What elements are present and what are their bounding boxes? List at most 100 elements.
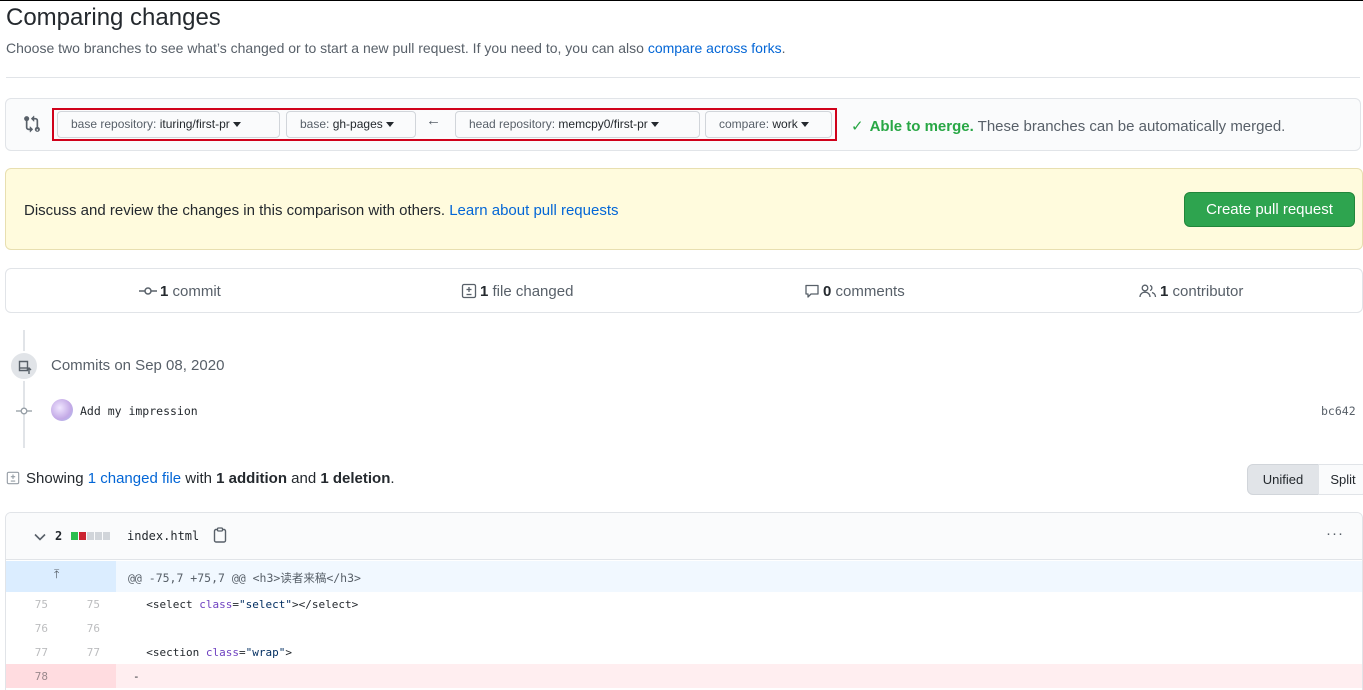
compare-branch-label: compare: xyxy=(719,117,770,131)
old-line-number[interactable]: 77 xyxy=(18,646,48,659)
commits-tab[interactable]: 1 commit xyxy=(139,283,221,300)
merge-status: ✓ Able to merge. These branches can be au… xyxy=(851,117,1285,135)
base-repository-select[interactable]: base repository: ituring/first-pr xyxy=(57,111,280,138)
git-compare-icon xyxy=(24,115,40,133)
caret-down-icon xyxy=(650,122,659,127)
new-line-number[interactable]: 77 xyxy=(70,646,100,659)
comments-label: comments xyxy=(835,283,905,300)
expand-up-icon: ⤒ xyxy=(54,567,60,581)
more-options-icon[interactable]: ··· xyxy=(1326,525,1344,542)
code-eq: = xyxy=(232,598,239,611)
caret-down-icon xyxy=(800,122,809,127)
commits-date-heading: Commits on Sep 08, 2020 xyxy=(51,357,225,374)
code-text: ></select> xyxy=(291,598,359,611)
code-text: <section xyxy=(133,646,206,659)
subtitle-text: Choose two branches to see what’s change… xyxy=(6,40,644,56)
file-name-link[interactable]: index.html xyxy=(127,529,199,543)
code-text: > xyxy=(285,646,292,659)
summary-prefix: Showing xyxy=(26,470,84,487)
file-header: 2 index.html ··· xyxy=(6,513,1362,560)
summary-end: . xyxy=(390,470,395,487)
file-diff-icon xyxy=(461,283,477,299)
code-text: <select xyxy=(133,598,200,611)
timeline-line xyxy=(23,330,25,352)
top-border xyxy=(0,0,1363,1)
diffstat-block-neutral xyxy=(103,532,110,540)
old-line-number[interactable]: 75 xyxy=(18,598,48,611)
unified-view-button[interactable]: Unified xyxy=(1247,464,1319,495)
arrow-left-icon: ← xyxy=(426,112,441,129)
compare-branch-value: work xyxy=(772,117,798,131)
flash-text: Discuss and review the changes in this c… xyxy=(24,202,446,219)
subtitle-end: . xyxy=(781,40,786,56)
clipboard-icon[interactable] xyxy=(213,527,227,543)
flash-message: Discuss and review the changes in this c… xyxy=(24,202,619,219)
people-icon xyxy=(1139,284,1157,298)
caret-down-icon xyxy=(385,122,394,127)
diffstat-count: 2 xyxy=(55,529,63,543)
file-diff: 2 index.html ··· ⤒ @@ -75,7 +75,7 @@ <h3… xyxy=(5,512,1363,690)
comments-tab[interactable]: 0 comments xyxy=(804,283,905,300)
code-string: "select" xyxy=(238,598,292,611)
diffstat-block-neutral xyxy=(95,532,102,540)
author-avatar[interactable] xyxy=(51,399,73,421)
files-count: 1 xyxy=(480,283,489,300)
git-commit-icon xyxy=(16,407,32,415)
compare-across-forks-link[interactable]: compare across forks xyxy=(648,40,782,56)
new-line-number[interactable]: 75 xyxy=(70,598,100,611)
diff-line-deletion: 78 - xyxy=(6,664,1362,688)
git-commit-icon xyxy=(139,287,157,295)
commits-label: commit xyxy=(172,283,221,300)
page-title: Comparing changes xyxy=(6,4,221,31)
compare-branch-select[interactable]: compare: work xyxy=(705,111,832,138)
hunk-header-text: @@ -75,7 +75,7 @@ <h3>读者来稿</h3> xyxy=(128,571,361,585)
contributors-count: 1 xyxy=(1160,283,1169,300)
diffstat-block-del xyxy=(79,532,86,540)
check-icon: ✓ xyxy=(851,118,864,135)
base-branch-select[interactable]: base: gh-pages xyxy=(286,111,416,138)
old-line-number[interactable]: 78 xyxy=(18,670,48,683)
old-line-number[interactable]: 76 xyxy=(18,622,48,635)
commit-message-link[interactable]: Add my impression xyxy=(80,404,198,418)
code-attr: class xyxy=(199,598,233,611)
code-string: "wrap" xyxy=(245,646,286,659)
file-diff-icon xyxy=(6,471,20,485)
comments-count: 0 xyxy=(823,283,832,300)
diff-summary: Showing 1 changed file with 1 addition a… xyxy=(6,470,395,487)
commit-sha-link[interactable]: bc642 xyxy=(1321,404,1356,418)
learn-about-pull-requests-link[interactable]: Learn about pull requests xyxy=(449,202,618,219)
contributors-label: contributor xyxy=(1172,283,1244,300)
new-line-number[interactable]: 76 xyxy=(70,622,100,635)
diffstat-block-add xyxy=(71,532,78,540)
files-changed-tab[interactable]: 1 file changed xyxy=(461,283,573,300)
head-repository-select[interactable]: head repository: memcpy0/first-pr xyxy=(455,111,700,138)
diff-line: 75 75 <select class="select"></select> xyxy=(6,592,1362,616)
chevron-down-icon[interactable] xyxy=(34,533,46,541)
page-subtitle: Choose two branches to see what’s change… xyxy=(6,40,786,56)
merge-status-message: These branches can be automatically merg… xyxy=(977,118,1286,135)
expand-up-button[interactable]: ⤒ xyxy=(6,561,116,592)
code-eq: = xyxy=(238,646,246,659)
create-pull-request-button[interactable]: Create pull request xyxy=(1184,192,1355,227)
merge-status-label: Able to merge. xyxy=(869,118,974,135)
files-label: file changed xyxy=(492,283,574,300)
split-view-button[interactable]: Split xyxy=(1318,464,1363,495)
head-repository-label: head repository: xyxy=(469,117,556,131)
comment-icon xyxy=(805,284,819,298)
deletions-count: 1 deletion xyxy=(320,470,391,487)
diff-line: 77 77 <section class="wrap"> xyxy=(6,640,1362,664)
diff-line: 76 76 xyxy=(6,616,1362,640)
repo-push-icon xyxy=(18,360,32,374)
additions-count: 1 addition xyxy=(216,470,287,487)
code-attr: class xyxy=(205,646,239,659)
base-repository-value: ituring/first-pr xyxy=(159,117,230,131)
timeline-badge xyxy=(9,351,39,381)
changed-files-link[interactable]: 1 changed file xyxy=(88,470,181,487)
base-branch-value: gh-pages xyxy=(332,117,383,131)
diffstat-block-neutral xyxy=(87,532,94,540)
summary-and: and xyxy=(291,470,317,487)
code-line: - xyxy=(133,670,140,683)
hunk-header: ⤒ @@ -75,7 +75,7 @@ <h3>读者来稿</h3> xyxy=(6,561,1362,592)
contributors-tab[interactable]: 1 contributor xyxy=(1139,283,1243,300)
code-line: <select class="select"></select> xyxy=(133,598,358,611)
